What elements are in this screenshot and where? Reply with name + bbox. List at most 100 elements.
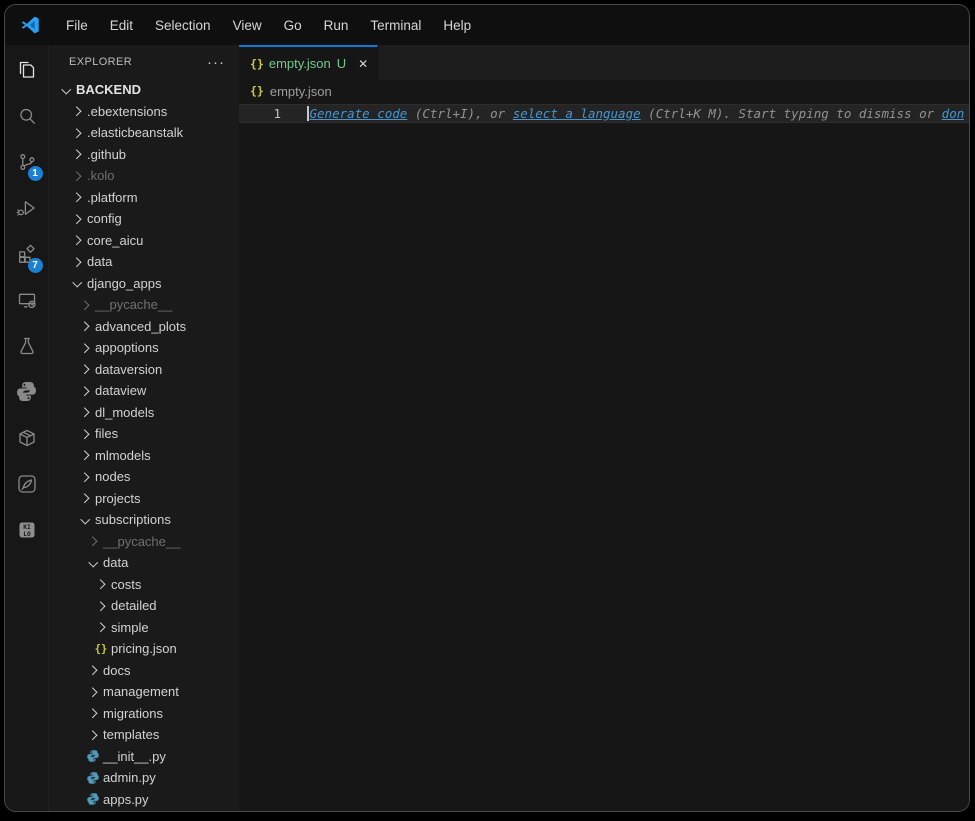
activity-item-explorer[interactable]: [5, 49, 49, 95]
tree-item-label: dataversion: [95, 362, 162, 377]
activity-bar: 1 7 KILO: [5, 45, 49, 811]
tree-item-label: dl_models: [95, 405, 154, 420]
git-status-badge: U: [337, 56, 346, 71]
tree-item-advanced-plots[interactable]: advanced_plots: [49, 316, 239, 338]
tree-item--pycache-[interactable]: __pycache__: [49, 294, 239, 316]
python-file-icon: [86, 771, 100, 785]
tree-item--init-py[interactable]: __init__.py: [49, 746, 239, 768]
chevron-down-icon: [61, 84, 70, 93]
close-icon[interactable]: ✕: [358, 57, 368, 71]
tree-item-label: advanced_plots: [95, 319, 186, 334]
menu-item-view[interactable]: View: [222, 13, 273, 38]
ghost-link[interactable]: Generate code: [310, 106, 408, 121]
code-editor[interactable]: 1 Generate code (Ctrl+I), or select a la…: [239, 102, 969, 811]
tree-item-label: nodes: [95, 469, 130, 484]
tree-item-config[interactable]: config: [49, 208, 239, 230]
tree-item-label: detailed: [111, 598, 157, 613]
activity-item-containers[interactable]: [5, 417, 49, 463]
vscode-window: FileEditSelectionViewGoRunTerminalHelp 1…: [4, 4, 970, 812]
tab-bar: {} empty.json U ✕: [239, 45, 969, 80]
activity-item-kilo-code[interactable]: KILO: [5, 509, 49, 555]
tab-label: empty.json: [269, 56, 331, 71]
chevron-right-icon: [79, 386, 88, 395]
tree-item-django-apps[interactable]: django_apps: [49, 273, 239, 295]
breadcrumb-item[interactable]: empty.json: [270, 84, 332, 99]
tree-item--elasticbeanstalk[interactable]: .elasticbeanstalk: [49, 122, 239, 144]
tree-item-dataview[interactable]: dataview: [49, 380, 239, 402]
tree-item-data[interactable]: data: [49, 552, 239, 574]
vscode-logo-icon: [19, 14, 41, 36]
tree-item-apps-py[interactable]: apps.py: [49, 789, 239, 811]
tree-item-management[interactable]: management: [49, 681, 239, 703]
tree-item-detailed[interactable]: detailed: [49, 595, 239, 617]
chevron-right-icon: [71, 193, 80, 202]
activity-item-testing[interactable]: [5, 325, 49, 371]
chevron-right-icon: [71, 107, 80, 116]
text-cursor: [307, 106, 309, 121]
ghost-link[interactable]: select a language: [513, 106, 641, 121]
menu-item-run[interactable]: Run: [313, 13, 360, 38]
tree-item--pycache-[interactable]: __pycache__: [49, 531, 239, 553]
activity-item-python[interactable]: [5, 371, 49, 417]
menu-item-help[interactable]: Help: [432, 13, 482, 38]
tree-item-projects[interactable]: projects: [49, 488, 239, 510]
tree-item-label: pricing.json: [111, 641, 177, 656]
chevron-right-icon: [87, 730, 96, 739]
tree-item--github[interactable]: .github: [49, 144, 239, 166]
container-icon: [15, 426, 39, 455]
tab-empty-json[interactable]: {} empty.json U ✕: [239, 45, 378, 80]
activity-item-remote-explorer[interactable]: [5, 279, 49, 325]
chevron-right-icon: [71, 214, 80, 223]
tree-item-label: __pycache__: [95, 297, 172, 312]
menu-item-go[interactable]: Go: [273, 13, 313, 38]
kilo-code-icon: KILO: [15, 518, 39, 547]
tree-item-core-aicu[interactable]: core_aicu: [49, 230, 239, 252]
tree-item-backend[interactable]: BACKEND: [49, 79, 239, 101]
svg-text:LO: LO: [23, 530, 31, 537]
tree-item--ebextensions[interactable]: .ebextensions: [49, 101, 239, 123]
chevron-right-icon: [79, 429, 88, 438]
titlebar: FileEditSelectionViewGoRunTerminalHelp: [5, 5, 969, 45]
tree-item-data[interactable]: data: [49, 251, 239, 273]
explorer-sidebar: EXPLORER ··· BACKEND.ebextensions.elasti…: [49, 45, 239, 811]
tree-item-dataversion[interactable]: dataversion: [49, 359, 239, 381]
tree-item-migrations[interactable]: migrations: [49, 703, 239, 725]
activity-item-run-and-debug[interactable]: [5, 187, 49, 233]
tree-item-simple[interactable]: simple: [49, 617, 239, 639]
tree-item-files[interactable]: files: [49, 423, 239, 445]
activity-item-search[interactable]: [5, 95, 49, 141]
badge: 1: [28, 166, 43, 181]
activity-item-extensions[interactable]: 7: [5, 233, 49, 279]
tree-item--platform[interactable]: .platform: [49, 187, 239, 209]
tree-item-templates[interactable]: templates: [49, 724, 239, 746]
menu-item-edit[interactable]: Edit: [99, 13, 144, 38]
tree-item-docs[interactable]: docs: [49, 660, 239, 682]
tree-item-label: costs: [111, 577, 141, 592]
workbench: 1 7 KILO EXPLORER ··· BACKEND.ebextensions…: [5, 45, 969, 811]
tree-item-mlmodels[interactable]: mlmodels: [49, 445, 239, 467]
search-icon: [15, 104, 39, 133]
tree-item-label: .github: [87, 147, 126, 162]
activity-item-quill-extension[interactable]: [5, 463, 49, 509]
tree-item-appoptions[interactable]: appoptions: [49, 337, 239, 359]
menu-item-selection[interactable]: Selection: [144, 13, 222, 38]
tree-item-label: data: [87, 254, 112, 269]
activity-item-source-control[interactable]: 1: [5, 141, 49, 187]
tree-item-label: admin.py: [103, 770, 156, 785]
chevron-right-icon: [71, 171, 80, 180]
tree-item-nodes[interactable]: nodes: [49, 466, 239, 488]
current-line[interactable]: 1 Generate code (Ctrl+I), or select a la…: [239, 104, 969, 123]
tree-item-pricing-json[interactable]: {}pricing.json: [49, 638, 239, 660]
tree-item-dl-models[interactable]: dl_models: [49, 402, 239, 424]
more-actions-icon[interactable]: ···: [207, 54, 225, 71]
chevron-right-icon: [87, 687, 96, 696]
menu-item-file[interactable]: File: [55, 13, 99, 38]
file-tree: BACKEND.ebextensions.elasticbeanstalk .gi…: [49, 79, 239, 811]
ghost-link[interactable]: don: [942, 106, 965, 121]
tree-item-admin-py[interactable]: admin.py: [49, 767, 239, 789]
menu-item-terminal[interactable]: Terminal: [359, 13, 432, 38]
tree-item-costs[interactable]: costs: [49, 574, 239, 596]
tree-item-subscriptions[interactable]: subscriptions: [49, 509, 239, 531]
python-file-icon: [86, 749, 100, 763]
tree-item--kolo[interactable]: .kolo: [49, 165, 239, 187]
